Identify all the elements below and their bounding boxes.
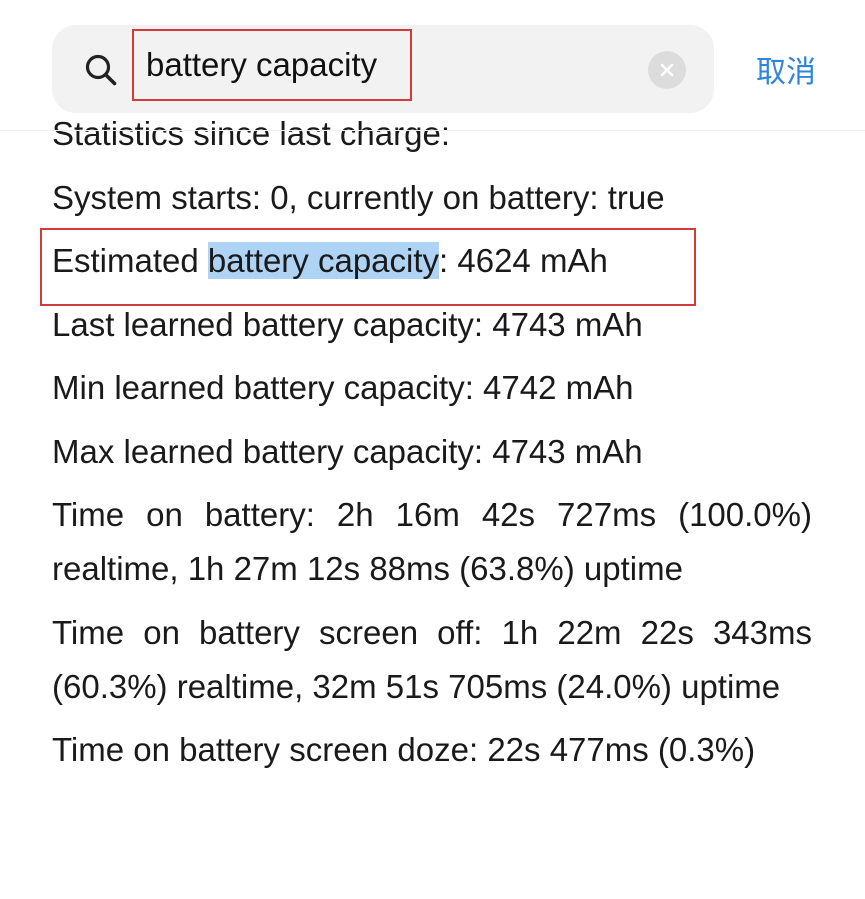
results-text: Statistics since last charge: System sta… xyxy=(52,110,812,787)
result-text-suffix: : 4624 mAh xyxy=(439,242,608,279)
search-icon xyxy=(85,54,117,86)
clear-icon xyxy=(660,63,674,77)
result-text-prefix: Estimated xyxy=(52,242,208,279)
header-divider xyxy=(0,130,865,131)
search-input[interactable] xyxy=(132,29,412,101)
search-bar xyxy=(52,25,714,113)
search-match-highlight: battery capacity xyxy=(207,242,440,279)
result-line-estimated-capacity: Estimated battery capacity: 4624 mAh xyxy=(52,234,812,288)
result-line-time-on-battery: Time on battery: 2h 16m 42s 727ms (100.0… xyxy=(52,496,812,587)
cancel-button[interactable]: 取消 xyxy=(756,47,816,91)
result-line-max-learned: Max learned battery capacity: 4743 mAh xyxy=(52,432,643,470)
result-line-screen-off: Time on battery screen off: 1h 22m 22s 3… xyxy=(52,613,812,705)
clear-button[interactable] xyxy=(648,51,686,89)
result-line-screen-doze: Time on battery screen doze: 22s 477ms (… xyxy=(52,731,756,768)
result-line-statistics: Statistics since last charge: xyxy=(52,115,450,152)
result-line-last-learned: Last learned battery capacity: 4743 mAh xyxy=(52,305,643,343)
result-line-system-starts: System starts: 0, currently on battery: … xyxy=(52,178,665,216)
result-line-min-learned: Min learned battery capacity: 4742 mAh xyxy=(52,369,634,406)
